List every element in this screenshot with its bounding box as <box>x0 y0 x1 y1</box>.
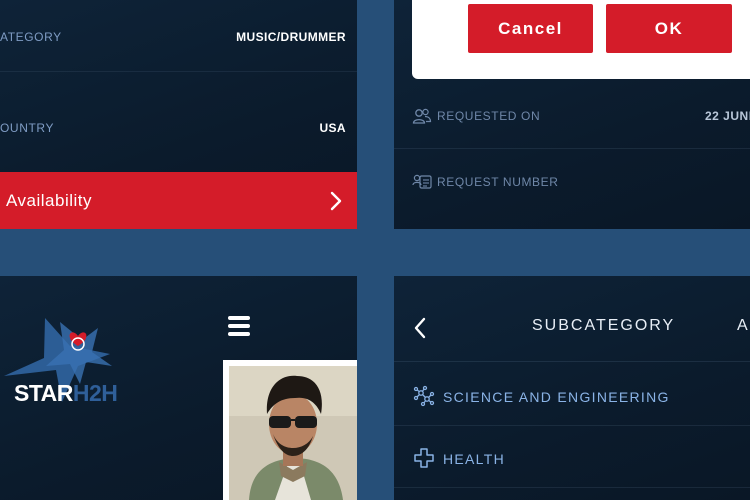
ok-button[interactable]: OK <box>606 4 732 53</box>
chevron-right-icon <box>330 191 342 211</box>
list-item-health[interactable]: HEALTH <box>394 426 750 488</box>
list-item-science-engineering[interactable]: SCIENCE AND ENGINEERING <box>394 364 750 426</box>
profile-details-panel: ATEGORY MUSIC/DRUMMER OUNTRY USA Availab… <box>0 0 357 229</box>
chevron-left-icon[interactable] <box>412 317 428 339</box>
category-value: MUSIC/DRUMMER <box>236 30 346 44</box>
availability-button[interactable]: Availability <box>0 172 357 229</box>
category-label: ATEGORY <box>0 30 62 44</box>
requested-on-row: REQUESTED ON 22 JUNE <box>394 83 750 149</box>
request-number-row: REQUEST NUMBER <box>394 149 750 215</box>
subcategory-title: SUBCATEGORY <box>532 317 676 334</box>
confirm-dialog: Cancel OK <box>412 0 750 79</box>
id-card-icon <box>412 174 432 189</box>
request-number-label: REQUEST NUMBER <box>437 175 559 189</box>
users-icon <box>412 108 432 124</box>
availability-label: Availability <box>6 191 93 210</box>
portrait-image <box>229 366 357 500</box>
logo-star-text: STAR <box>14 380 73 406</box>
plus-cross-icon <box>414 448 434 468</box>
requested-on-value: 22 JUNE <box>705 109 750 123</box>
header-right-text[interactable]: A <box>737 317 748 335</box>
requested-on-label: REQUESTED ON <box>437 109 541 123</box>
brand-logo-text: STARH2H <box>14 380 118 407</box>
category-row: ATEGORY MUSIC/DRUMMER <box>0 0 357 72</box>
country-label: OUNTRY <box>0 121 55 135</box>
list-item-label: HEALTH <box>443 451 505 467</box>
country-row: OUNTRY USA <box>0 72 357 172</box>
hamburger-menu-icon[interactable] <box>228 316 250 336</box>
subcategory-panel: SUBCATEGORY A SCIENCE AND ENGINEERING HE… <box>394 276 750 500</box>
request-panel: Cancel OK REQUESTED ON 22 JUNE REQUEST <box>394 0 750 229</box>
logo-h2h-text: H2H <box>72 380 118 406</box>
country-value: USA <box>319 121 346 135</box>
subcategory-header: SUBCATEGORY A <box>394 276 750 362</box>
molecule-icon <box>413 385 435 407</box>
list-item-label: SCIENCE AND ENGINEERING <box>443 389 670 405</box>
profile-photo <box>223 360 357 500</box>
showcase-stage: ATEGORY MUSIC/DRUMMER OUNTRY USA Availab… <box>0 0 750 500</box>
brand-panel: STARH2H <box>0 276 357 500</box>
cancel-button[interactable]: Cancel <box>468 4 593 53</box>
